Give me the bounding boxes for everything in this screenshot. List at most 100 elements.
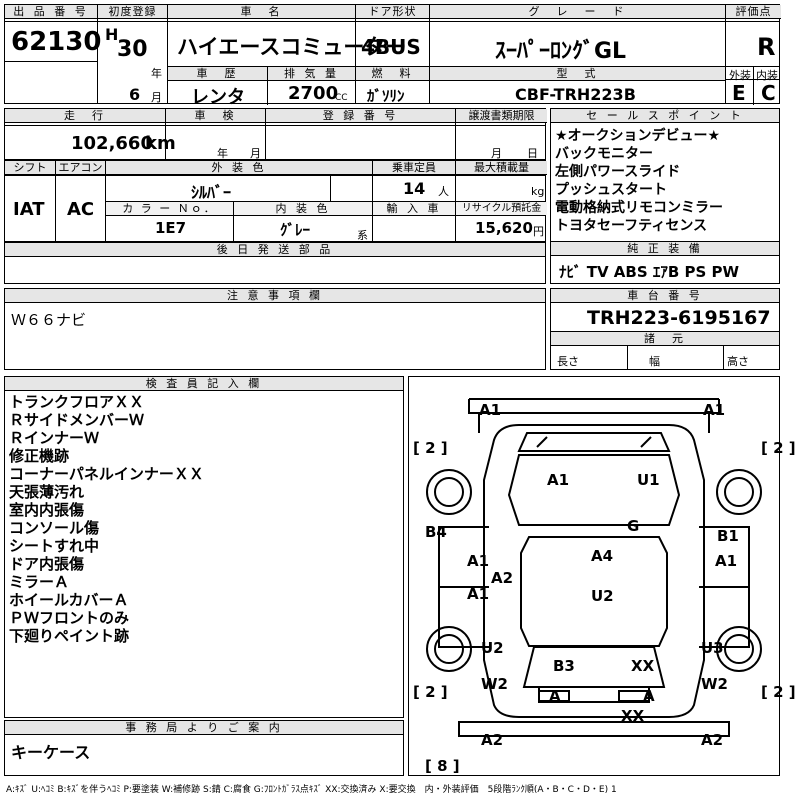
dmg-hood-right: U1 <box>637 471 660 489</box>
dmg-tail-left: A <box>549 687 561 705</box>
km-unit: km <box>145 133 176 154</box>
fuel: ｶﾞｿﾘﾝ <box>367 87 405 105</box>
reg-month: 6 <box>129 85 141 104</box>
inspector-note-item: コーナーパネルインナーＸＸ <box>9 465 204 483</box>
inspector-note-item: 修正機跡 <box>9 447 70 465</box>
month-unit: 月 <box>151 91 162 104</box>
color-no: 1E7 <box>155 219 187 237</box>
specs-block: シフト IAT エアコン AC 外 装 色 ｼﾙﾊﾞｰ 乗車定員 14 人 最大… <box>4 160 547 243</box>
vehicle-outline <box>426 398 762 737</box>
lot-number: 62130 <box>11 27 102 57</box>
model-label: 型 式 <box>430 67 725 81</box>
capacity-unit: 人 <box>438 185 449 198</box>
door-label: ドア形状 <box>356 5 429 19</box>
dmg-left-door-1: A1 <box>467 552 490 570</box>
inspector-note-item: ホイールカバーＡ <box>9 591 129 609</box>
inspector-note-item: シートすれ中 <box>9 537 100 555</box>
inspector-note-item: 下廻りペイント跡 <box>9 627 130 645</box>
transfer-label: 譲渡書類期限 <box>456 109 547 123</box>
inspector-note-item: ＲインナーＷ <box>9 429 100 447</box>
dmg-right-door-1: A1 <box>715 552 738 570</box>
dmg-left-rear: W2 <box>481 675 508 693</box>
first-reg-label: 初度登録 <box>98 5 167 19</box>
dmg-right-front-side: B1 <box>717 527 739 545</box>
later-parts-label: 後 日 発 送 部 品 <box>5 243 545 257</box>
dmg-top-left: A1 <box>479 401 502 419</box>
dmg-right-rear-wheel: U3 <box>701 639 724 657</box>
dmg-left-wheel: [ 2 ] <box>413 439 448 457</box>
year-unit: 年 <box>151 67 162 80</box>
inspector-note-item: ＰＷフロントのみ <box>9 609 130 627</box>
insp-year-unit: 年 <box>217 147 228 160</box>
dmg-right-rear: W2 <box>701 675 728 693</box>
sales-point-item: 電動格納式リモコンミラー <box>555 200 723 216</box>
dmg-hood-left: A1 <box>547 471 570 489</box>
office-label: 事 務 局 よ り ご 案 内 <box>5 721 403 735</box>
dims-label: 諸 元 <box>551 332 779 346</box>
mileage: 102,660 <box>71 133 153 154</box>
sales-label: セ ー ル ス ポ イ ン ト <box>551 109 779 123</box>
dmg-left-door-3: A1 <box>467 585 490 603</box>
shift: IAT <box>13 199 45 220</box>
office-notes: キーケース <box>11 743 91 762</box>
dmg-left-front-side: B4 <box>425 523 447 541</box>
history-label: 車 歴 <box>168 67 267 81</box>
history: レンタ <box>191 87 245 108</box>
dmg-bumper-left: A2 <box>481 731 504 749</box>
dmg-rear-1: B3 <box>553 657 575 675</box>
dmg-bumper-right: A2 <box>701 731 724 749</box>
sales-point-item: トヨタセーフティセンス <box>555 218 708 234</box>
door-type: 4BUS <box>361 35 421 59</box>
inspector-note-item: 天張薄汚れ <box>9 483 85 501</box>
sales-point-item: プッシュスタート <box>555 182 667 198</box>
ext-grade: E <box>732 81 746 105</box>
later-parts-block: 後 日 発 送 部 品 <box>4 242 546 284</box>
chassis-label: 車 台 番 号 <box>551 289 779 303</box>
inspector-block: 検 査 員 記 入 欄 トランクフロアＸＸ ＲサイドメンバーＷ ＲインナーＷ 修正機跡… <box>4 376 404 718</box>
inspector-note-item: トランクフロアＸＸ <box>9 393 145 411</box>
dmg-rear-2: XX <box>631 657 655 675</box>
lot-label: 出 品 番 号 <box>5 5 97 19</box>
plate-label: 登 録 番 号 <box>266 109 455 123</box>
cc-unit: CC <box>335 93 348 103</box>
ac: AC <box>67 199 95 220</box>
legend: A:ｷｽﾞ U:ﾍｺﾐ B:ｷｽﾞを伴うﾍｺﾐ P:要塗装 W:補修跡 S:錆 … <box>6 785 617 795</box>
chassis-number: TRH223-6195167 <box>587 307 771 329</box>
displacement: 2700 <box>288 83 339 104</box>
notes-label: 注 意 事 項 欄 <box>5 289 545 303</box>
chassis-block: 車 台 番 号 TRH223-6195167 諸 元 長さ 幅 高さ <box>550 288 780 370</box>
inspection-label: 車 検 <box>166 109 265 123</box>
equipment: ﾅﾋﾞ TV ABS ｴｱB PS PW <box>559 263 740 281</box>
dmg-bumper: XX <box>621 707 645 725</box>
inspector-note-item: ＲサイドメンバーＷ <box>9 411 145 429</box>
dmg-glass: G <box>627 517 640 535</box>
recycle-fee: 15,620 <box>475 219 533 237</box>
recycle-unit: 円 <box>533 225 544 238</box>
transfer-day-unit: 日 <box>527 147 538 160</box>
dmg-roof-1: A4 <box>591 547 614 565</box>
interior-unit: 系 <box>357 229 368 242</box>
height-label: 高さ <box>727 355 749 368</box>
mileage-label: 走 行 <box>5 109 165 123</box>
equipment-label: 純 正 装 備 <box>551 242 779 256</box>
load-unit: kg <box>531 185 545 198</box>
insp-month-unit: 月 <box>250 147 261 160</box>
dmg-roof-2: U2 <box>591 587 614 605</box>
inspector-label: 検 査 員 記 入 欄 <box>5 377 403 391</box>
interior-label: 内 装 色 <box>234 202 372 215</box>
eval-label: 評価点 <box>726 5 781 19</box>
color: ｼﾙﾊﾞｰ <box>191 183 232 202</box>
vehicle-diagram: A1 A1 [ 2 ] [ 2 ] A1 U1 G B4 B1 A1 A2 A1… <box>408 376 796 776</box>
grade: ｽｰﾊﾟｰﾛﾝｸﾞGL <box>495 39 627 64</box>
name-label: 車 名 <box>168 5 355 19</box>
sales-point-item: ★オークションデビュー★ <box>555 128 721 144</box>
eval-score: R <box>757 33 776 61</box>
reg-year: 30 <box>117 37 148 62</box>
dmg-under: [ 8 ] <box>425 757 460 775</box>
notes: Ｗ６６ナビ <box>11 311 87 329</box>
sales-block: セ ー ル ス ポ イ ン ト ★オークションデビュー★ バックモニター 左側パワー… <box>550 108 780 284</box>
displacement-label: 排 気 量 <box>268 67 355 81</box>
color-label: 外 装 色 <box>106 161 372 175</box>
inspector-note-item: ミラーＡ <box>9 573 70 591</box>
fuel-label: 燃 料 <box>356 67 429 81</box>
